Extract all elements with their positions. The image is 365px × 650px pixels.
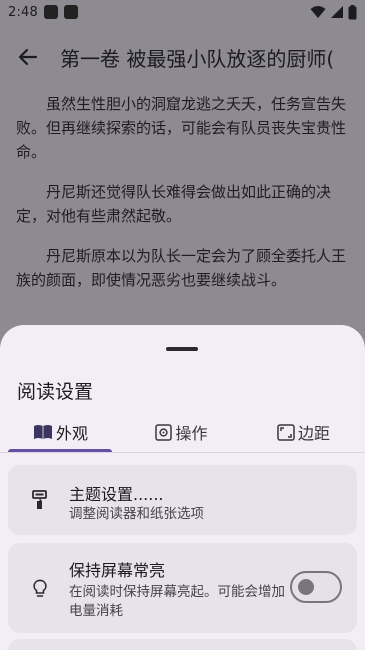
keep-screen-on-toggle[interactable] (290, 571, 342, 603)
wifi-icon (310, 6, 326, 18)
back-button[interactable] (4, 33, 52, 81)
status-time: 2:48 (8, 4, 38, 20)
gear-square-icon (155, 423, 173, 441)
tab-margins[interactable]: 边距 (231, 413, 365, 451)
lightbulb-icon (30, 579, 50, 599)
status-bar: 2:48 (0, 0, 365, 24)
toggle-thumb (298, 579, 314, 595)
tab-controls[interactable]: 操作 (132, 413, 231, 451)
cellular-signal-icon (331, 6, 343, 18)
reader-paragraph: 丹尼斯还觉得队长难得会做出如此正确的决定，对他有些肃然起敬。 (16, 183, 332, 225)
margin-frame-icon (277, 423, 295, 441)
next-settings-item[interactable] (8, 639, 357, 650)
page-title: 第一卷 被最强小队放逐的厨师( (60, 46, 335, 71)
settings-tabs: 外观 操作 边距 (0, 413, 365, 451)
item-subtitle: 调整阅读器和纸张选项 (69, 506, 204, 522)
tab-label: 边距 (297, 424, 330, 443)
tab-appearance[interactable]: 外观 (0, 413, 132, 451)
tab-label: 外观 (56, 424, 89, 443)
theme-settings-item[interactable]: 主题设置...... 调整阅读器和纸张选项 (8, 465, 357, 535)
keep-screen-on-item[interactable]: 保持屏幕常亮 在阅读时保持屏幕亮起。可能会增加电量消耗 (8, 543, 357, 633)
notification-icon (64, 5, 78, 19)
item-subtitle: 在阅读时保持屏幕亮起。可能会增加电量消耗 (69, 584, 285, 619)
reader-settings-sheet: 阅读设置 外观 操作 边距 主题设置...... 调整阅读器和纸张选项 保持屏幕… (0, 325, 365, 650)
paint-roller-icon (30, 490, 50, 510)
reader-content: 虽然生性胆小的洞窟龙逃之夭夭，任务宣告失败。但再继续探索的话，可能会有队员丧失宝… (0, 92, 365, 308)
battery-icon (348, 4, 357, 19)
drag-handle[interactable] (166, 347, 198, 351)
item-title: 主题设置...... (69, 485, 164, 504)
item-title: 保持屏幕常亮 (69, 561, 166, 580)
sheet-title: 阅读设置 (17, 381, 94, 403)
book-open-icon (34, 425, 52, 439)
tab-divider (0, 452, 365, 453)
arrow-back-icon (18, 48, 38, 66)
tab-label: 操作 (175, 424, 208, 443)
app-bar: 第一卷 被最强小队放逐的厨师( (0, 24, 365, 90)
notification-icon (44, 5, 58, 19)
reader-paragraph: 丹尼斯原本以为队长一定会为了顾全委托人王族的颜面，即使情况恶劣也要继续战斗。 (16, 247, 347, 289)
reader-paragraph: 虽然生性胆小的洞窟龙逃之夭夭，任务宣告失败。但再继续探索的话，可能会有队员丧失宝… (16, 95, 347, 161)
